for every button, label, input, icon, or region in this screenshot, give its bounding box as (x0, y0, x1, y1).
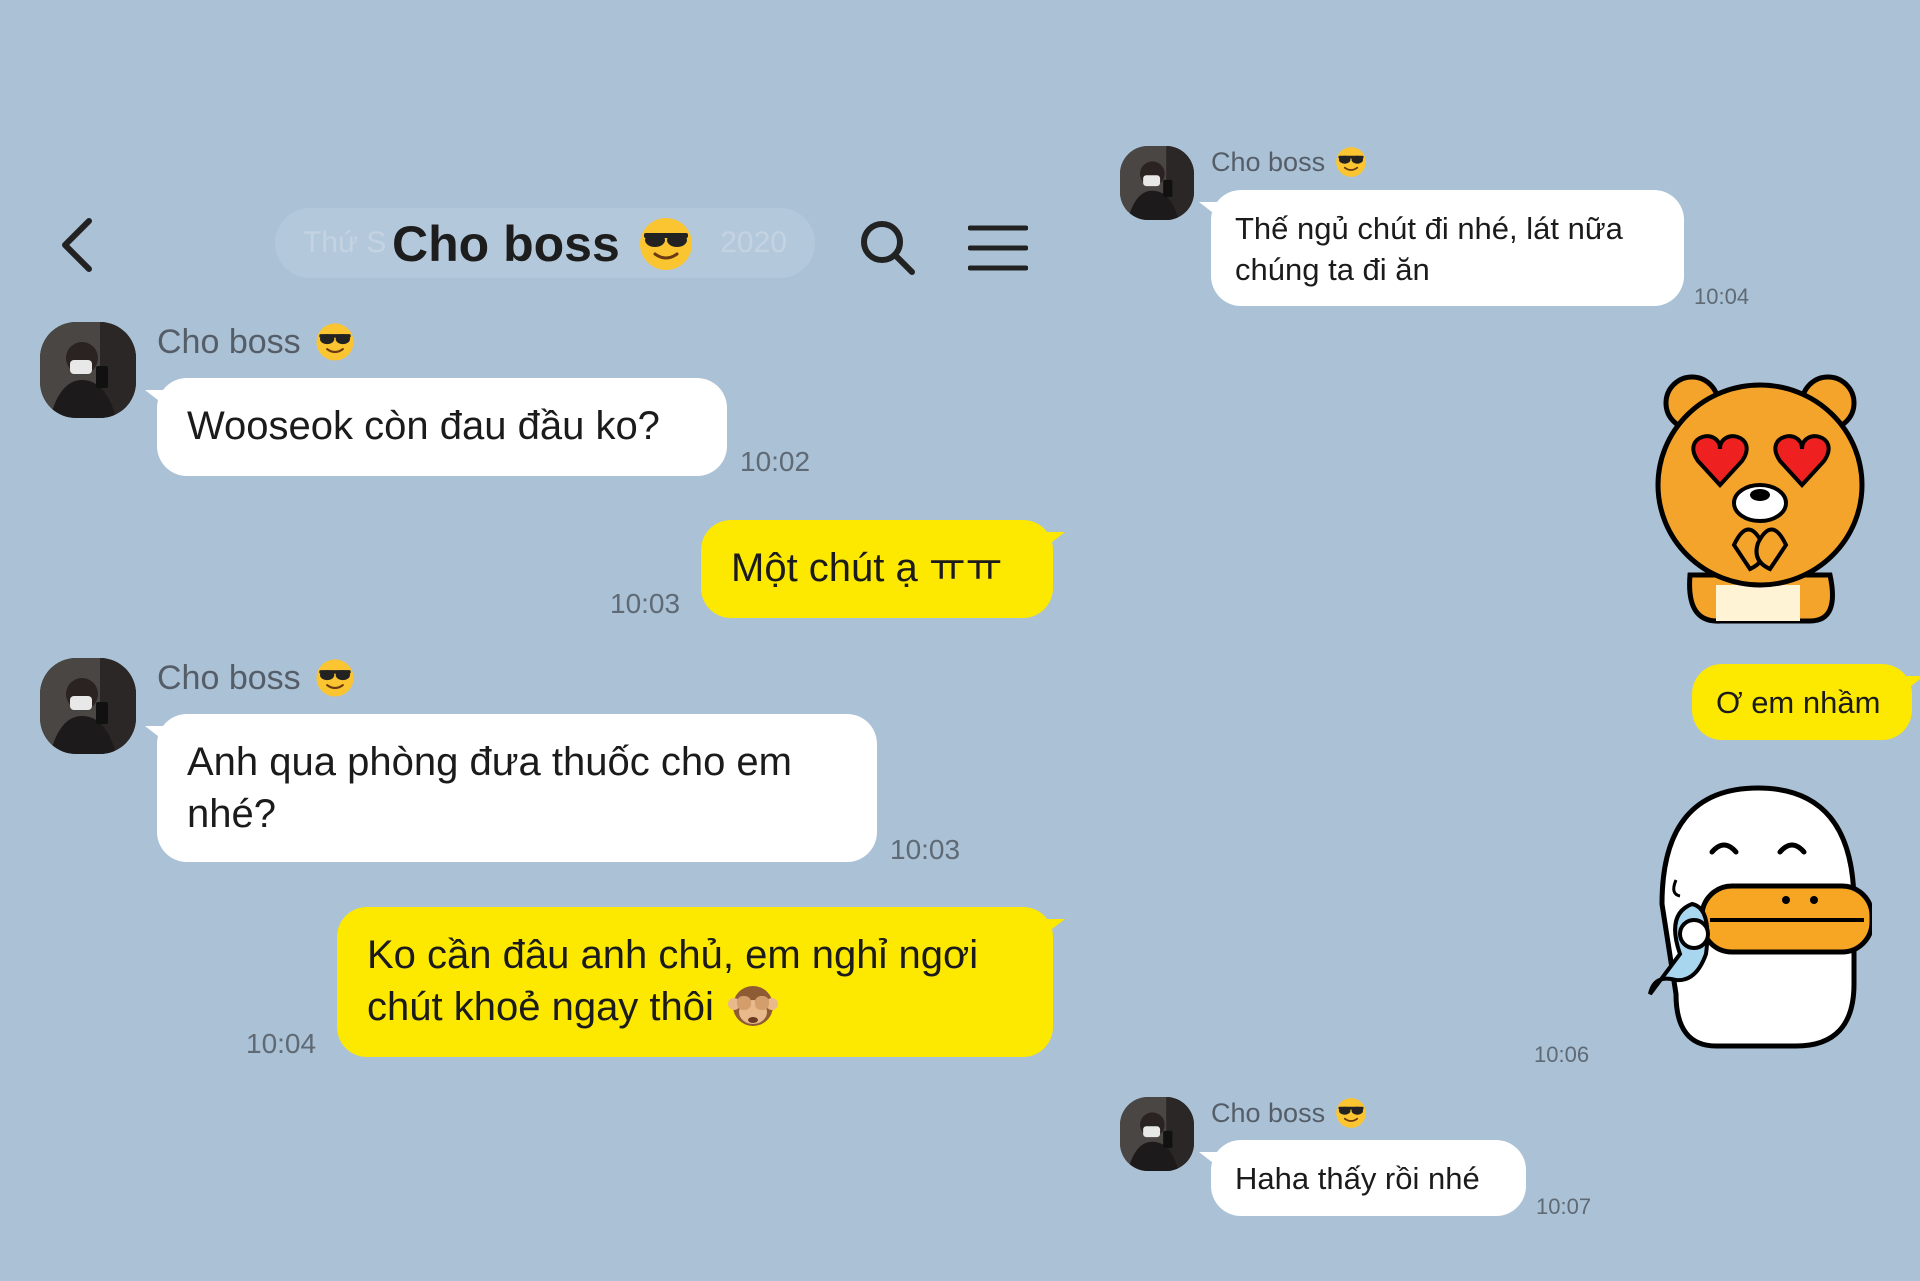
sender-name-text: Cho boss (1211, 1097, 1326, 1128)
avatar[interactable] (1120, 146, 1194, 220)
sender-name: Cho boss (157, 322, 355, 362)
my-message-bubble[interactable]: Ơ em nhầm (1692, 664, 1920, 740)
sunglasses-emoji-icon (639, 218, 692, 270)
message-text-line: Anh qua phòng đưa thuốc cho em (187, 740, 792, 784)
avatar-photo-icon (1120, 146, 1194, 220)
avatar-photo-icon (1120, 1097, 1194, 1171)
avatar[interactable] (40, 658, 136, 754)
message-text-line: chúng ta đi ăn (1235, 252, 1430, 287)
message-time: 10:04 (1694, 284, 1750, 309)
date-left-text: Thứ S (303, 226, 387, 259)
sender-name-text: Cho boss (157, 658, 301, 697)
sender-name-text: Cho boss (1211, 146, 1326, 177)
message-time: 10:03 (890, 834, 961, 865)
message-text: Wooseok còn đau đầu ko? (187, 404, 660, 448)
ryan-heart-eyes-sticker[interactable] (1650, 365, 1870, 625)
avatar-photo-icon (40, 658, 136, 754)
chat-title: Cho boss (392, 212, 694, 276)
sunglasses-emoji-icon (1336, 1098, 1366, 1128)
avatar-photo-icon (40, 322, 136, 418)
sunglasses-emoji-icon (316, 323, 354, 361)
sender-name: Cho boss (157, 658, 355, 698)
message-text-line: chút khoẻ ngay thôi (367, 985, 714, 1029)
avatar[interactable] (1120, 1097, 1194, 1171)
avatar[interactable] (40, 322, 136, 418)
message-time: 10:02 (740, 446, 811, 477)
see-no-evil-monkey-emoji-icon (727, 986, 778, 1026)
sender-name: Cho boss (1211, 146, 1367, 178)
message-text: Haha thấy rồi nhé (1235, 1161, 1480, 1196)
message-bubble[interactable]: Anh qua phòng đưa thuốc cho em nhé? (145, 714, 877, 862)
message-text: Ơ em nhầm (1716, 685, 1881, 720)
chat-title-text: Cho boss (392, 216, 620, 272)
message-bubble[interactable]: Haha thấy rồi nhé (1199, 1140, 1526, 1216)
tube-duck-crying-sticker[interactable] (1636, 784, 1872, 1049)
message-time: 10:03 (610, 588, 681, 619)
message-text-line: Ko cần đâu anh chủ, em nghỉ ngơi (367, 933, 979, 977)
message-time: 10:06 (1534, 1042, 1590, 1067)
message-text-line: nhé? (187, 792, 276, 836)
my-message-bubble[interactable]: Một chút ạ ㅠㅠ (701, 520, 1065, 618)
sunglasses-emoji-icon (316, 659, 354, 697)
message-bubble[interactable]: Thế ngủ chút đi nhé, lát nữa chúng ta đi… (1199, 190, 1684, 306)
sunglasses-emoji-icon (1336, 147, 1366, 177)
date-right-text: 2020 (720, 226, 787, 259)
sender-name: Cho boss (1211, 1097, 1367, 1129)
back-arrow-icon[interactable] (55, 215, 99, 275)
my-message-bubble[interactable]: Ko cần đâu anh chủ, em nghỉ ngơi chút kh… (337, 907, 1065, 1057)
message-bubble[interactable]: Wooseok còn đau đầu ko? (145, 378, 727, 476)
sender-name-text: Cho boss (157, 322, 301, 361)
message-time: 10:04 (246, 1028, 317, 1059)
message-text-line: Thế ngủ chút đi nhé, lát nữa (1235, 211, 1623, 246)
search-icon[interactable] (858, 218, 916, 276)
message-text: Một chút ạ ㅠㅠ (731, 546, 1003, 590)
menu-icon[interactable] (968, 222, 1028, 274)
message-time: 10:07 (1536, 1194, 1592, 1219)
